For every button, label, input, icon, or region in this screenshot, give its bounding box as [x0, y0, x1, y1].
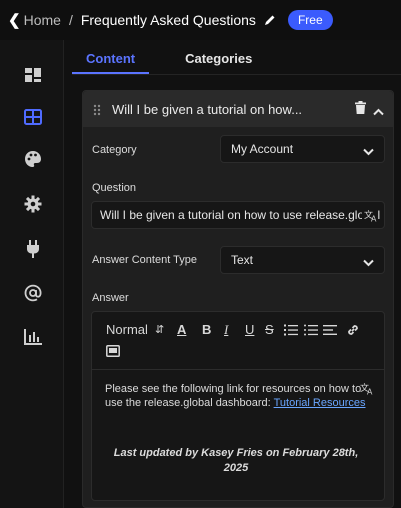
collapse-chevron-icon[interactable] [373, 103, 384, 121]
tab-content[interactable]: Content [72, 46, 150, 74]
settings-gear-icon[interactable] [24, 195, 42, 213]
answer-rich-text-editor[interactable]: Normal ⇵ A B I U S Please see the follow… [91, 311, 385, 501]
editor-toolbar: Normal ⇵ A B I U S [92, 312, 384, 370]
italic-button[interactable]: I [224, 322, 228, 338]
category-select[interactable]: My Account [220, 135, 385, 163]
tab-categories[interactable]: Categories [185, 46, 266, 74]
faq-item-header[interactable]: Will I be given a tutorial on how... [83, 91, 393, 127]
ordered-list-icon[interactable] [284, 324, 298, 339]
faq-item-title: Will I be given a tutorial on how... [112, 102, 303, 117]
back-chevron-icon[interactable]: ❮ [8, 11, 21, 29]
text-color-button[interactable]: A [177, 322, 186, 337]
question-label: Question [92, 182, 137, 194]
table-icon[interactable] [24, 108, 42, 126]
question-input[interactable]: Will I be given a tutorial on how to use… [91, 201, 385, 229]
translate-icon[interactable]: 文A [362, 209, 378, 225]
underline-button[interactable]: U [245, 322, 254, 337]
breadcrumb-home[interactable]: Home [24, 12, 61, 28]
bullet-list-icon[interactable] [304, 324, 318, 339]
top-bar: ❮ Home / Frequently Asked Questions Free [0, 0, 401, 40]
translate-icon[interactable]: 文A [360, 382, 374, 400]
format-select[interactable]: Normal [106, 322, 148, 337]
format-select-arrows-icon[interactable]: ⇵ [155, 323, 164, 336]
content-tabs: Content Categories [72, 46, 302, 74]
chevron-down-icon [363, 145, 374, 159]
page-title: Frequently Asked Questions [80, 12, 256, 28]
align-icon[interactable] [323, 324, 337, 339]
svg-text:A: A [371, 215, 377, 223]
dashboard-icon[interactable] [24, 66, 42, 84]
bar-chart-icon[interactable] [24, 328, 42, 346]
plug-icon[interactable] [24, 240, 42, 258]
category-label: Category [92, 144, 137, 156]
trash-icon[interactable] [355, 101, 366, 119]
tabs-divider [72, 74, 401, 75]
at-sign-icon[interactable] [24, 284, 42, 302]
image-icon[interactable] [106, 345, 120, 360]
answer-type-value: Text [231, 253, 254, 267]
answer-type-select[interactable]: Text [220, 246, 385, 274]
last-updated-note: Last updated by Kasey Fries on February … [113, 447, 359, 474]
breadcrumb-separator: / [68, 12, 73, 28]
chevron-down-icon [363, 256, 374, 270]
svg-text:A: A [367, 388, 373, 396]
drag-handle-icon[interactable] [93, 103, 101, 121]
faq-item-card: Will I be given a tutorial on how... Cat… [82, 90, 394, 508]
palette-icon[interactable] [24, 150, 42, 168]
answer-content[interactable]: Please see the following link for resour… [105, 382, 377, 410]
question-value: Will I be given a tutorial on how to use… [100, 208, 384, 222]
answer-label: Answer [92, 292, 129, 304]
tutorial-resources-link[interactable]: Tutorial Resources [274, 397, 366, 409]
strikethrough-button[interactable]: S [265, 322, 274, 337]
answer-type-label: Answer Content Type [92, 254, 197, 266]
bold-button[interactable]: B [202, 322, 211, 337]
category-value: My Account [231, 142, 294, 156]
sidebar-rail [0, 40, 64, 508]
edit-pencil-icon[interactable] [264, 14, 276, 26]
link-icon[interactable] [346, 323, 360, 340]
plan-badge[interactable]: Free [287, 10, 333, 30]
